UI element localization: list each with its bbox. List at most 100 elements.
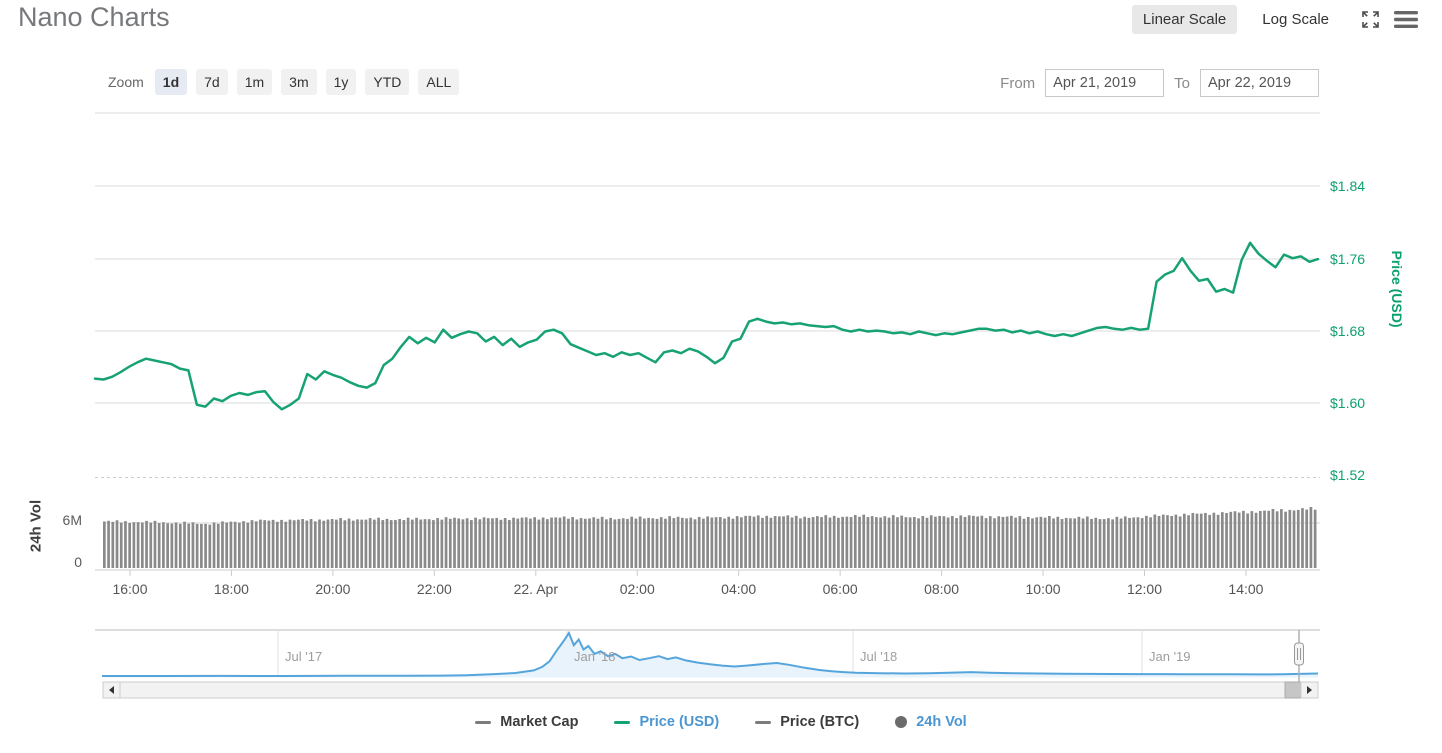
scrollbar-thumb[interactable] bbox=[1284, 681, 1302, 699]
navigator-handle[interactable] bbox=[1294, 642, 1304, 666]
legend-item-market-cap[interactable]: Market Cap bbox=[475, 714, 578, 730]
volume-bar bbox=[630, 516, 634, 568]
volume-bar bbox=[1212, 512, 1216, 568]
volume-bar bbox=[714, 517, 718, 568]
legend-line-swatch bbox=[475, 720, 492, 724]
volume-bar bbox=[1022, 518, 1026, 568]
volume-bar bbox=[406, 517, 410, 568]
volume-bar bbox=[744, 515, 747, 568]
volume-bar bbox=[815, 516, 819, 568]
volume-bar bbox=[955, 518, 958, 568]
volume-bar bbox=[166, 523, 169, 568]
volume-bar bbox=[111, 521, 115, 568]
volume-bar bbox=[921, 516, 925, 568]
volume-bar bbox=[385, 518, 389, 568]
volume-bar bbox=[794, 515, 798, 568]
volume-bar bbox=[891, 515, 895, 568]
volume-bar bbox=[702, 518, 705, 568]
volume-bar bbox=[596, 518, 600, 568]
volume-bar bbox=[845, 516, 849, 568]
volume-bar bbox=[837, 517, 840, 568]
volume-bar bbox=[659, 517, 663, 568]
volume-bar bbox=[550, 517, 553, 568]
volume-axis-tick-label: 0 bbox=[74, 554, 82, 570]
x-axis-label: 04:00 bbox=[721, 581, 757, 597]
volume-bar bbox=[187, 523, 191, 568]
volume-bar bbox=[1140, 518, 1144, 568]
volume-bar bbox=[689, 517, 693, 568]
x-axis-label: 18:00 bbox=[213, 581, 249, 597]
volume-bar bbox=[267, 520, 271, 568]
volume-bar bbox=[1128, 517, 1131, 568]
volume-bar bbox=[541, 517, 545, 568]
volume-bar bbox=[195, 523, 199, 568]
volume-bar bbox=[1195, 513, 1199, 568]
volume-bar bbox=[1170, 516, 1174, 568]
volume-bar bbox=[1010, 515, 1013, 568]
volume-bar bbox=[301, 519, 304, 568]
volume-bar bbox=[326, 519, 330, 568]
volume-bar bbox=[153, 520, 157, 568]
volume-bar bbox=[246, 522, 250, 568]
volume-bar bbox=[664, 518, 667, 568]
volume-bar bbox=[1132, 517, 1136, 568]
volume-bar bbox=[499, 519, 503, 568]
volume-bar bbox=[200, 523, 203, 568]
volume-bar bbox=[1220, 512, 1224, 568]
volume-bar bbox=[946, 517, 950, 568]
legend-item-label: Price (BTC) bbox=[780, 714, 860, 730]
volume-bar bbox=[275, 521, 279, 568]
volume-bar bbox=[913, 517, 916, 568]
volume-bar bbox=[655, 518, 659, 568]
volume-bar bbox=[145, 520, 148, 568]
volume-bar bbox=[1237, 512, 1241, 568]
legend-item-24h-vol[interactable]: 24h Vol bbox=[895, 714, 967, 730]
volume-bar bbox=[896, 517, 899, 568]
volume-bar bbox=[1305, 509, 1309, 568]
scrollbar-track[interactable] bbox=[102, 681, 1319, 699]
volume-bar bbox=[1204, 512, 1207, 568]
chart-canvas[interactable] bbox=[0, 0, 1442, 753]
volume-bar bbox=[748, 515, 752, 568]
volume-bar bbox=[609, 517, 612, 568]
volume-bar bbox=[617, 518, 621, 568]
volume-bar bbox=[453, 517, 456, 568]
volume-bar bbox=[305, 520, 309, 568]
volume-bar bbox=[917, 518, 920, 568]
volume-bar bbox=[373, 519, 376, 568]
volume-bar bbox=[887, 517, 891, 568]
volume-bar bbox=[929, 515, 933, 568]
volume-bar bbox=[1073, 518, 1077, 568]
volume-bar bbox=[297, 519, 300, 568]
price-axis-tick-label: $1.76 bbox=[1330, 251, 1366, 267]
volume-bar bbox=[988, 516, 992, 568]
volume-bar bbox=[149, 522, 153, 568]
volume-bar bbox=[1246, 513, 1249, 568]
volume-bar bbox=[440, 519, 444, 568]
volume-bar bbox=[259, 519, 262, 568]
volume-bar bbox=[1119, 518, 1123, 568]
volume-bar bbox=[841, 516, 844, 568]
volume-bar bbox=[444, 517, 448, 568]
volume-bar bbox=[157, 523, 161, 568]
volume-bar bbox=[828, 517, 832, 568]
volume-bar bbox=[1064, 517, 1068, 568]
volume-bar bbox=[364, 519, 368, 568]
volume-bar bbox=[1111, 519, 1114, 568]
volume-bar bbox=[735, 516, 739, 568]
volume-bar bbox=[858, 516, 861, 568]
volume-bar bbox=[967, 515, 971, 568]
volume-bar bbox=[1275, 511, 1279, 568]
volume-bar bbox=[191, 522, 195, 568]
volume-bar bbox=[786, 515, 790, 568]
volume-bar bbox=[322, 520, 326, 568]
volume-bars[interactable] bbox=[103, 507, 1317, 568]
volume-bar bbox=[592, 517, 596, 568]
price-series-line[interactable] bbox=[93, 241, 1320, 411]
volume-bar bbox=[1250, 511, 1254, 568]
x-axis-label: 08:00 bbox=[924, 581, 960, 597]
legend-item-price-btc-[interactable]: Price (BTC) bbox=[755, 714, 859, 730]
legend-item-price-usd-[interactable]: Price (USD) bbox=[614, 714, 719, 730]
volume-bar bbox=[309, 519, 313, 568]
volume-bar bbox=[1288, 509, 1292, 568]
